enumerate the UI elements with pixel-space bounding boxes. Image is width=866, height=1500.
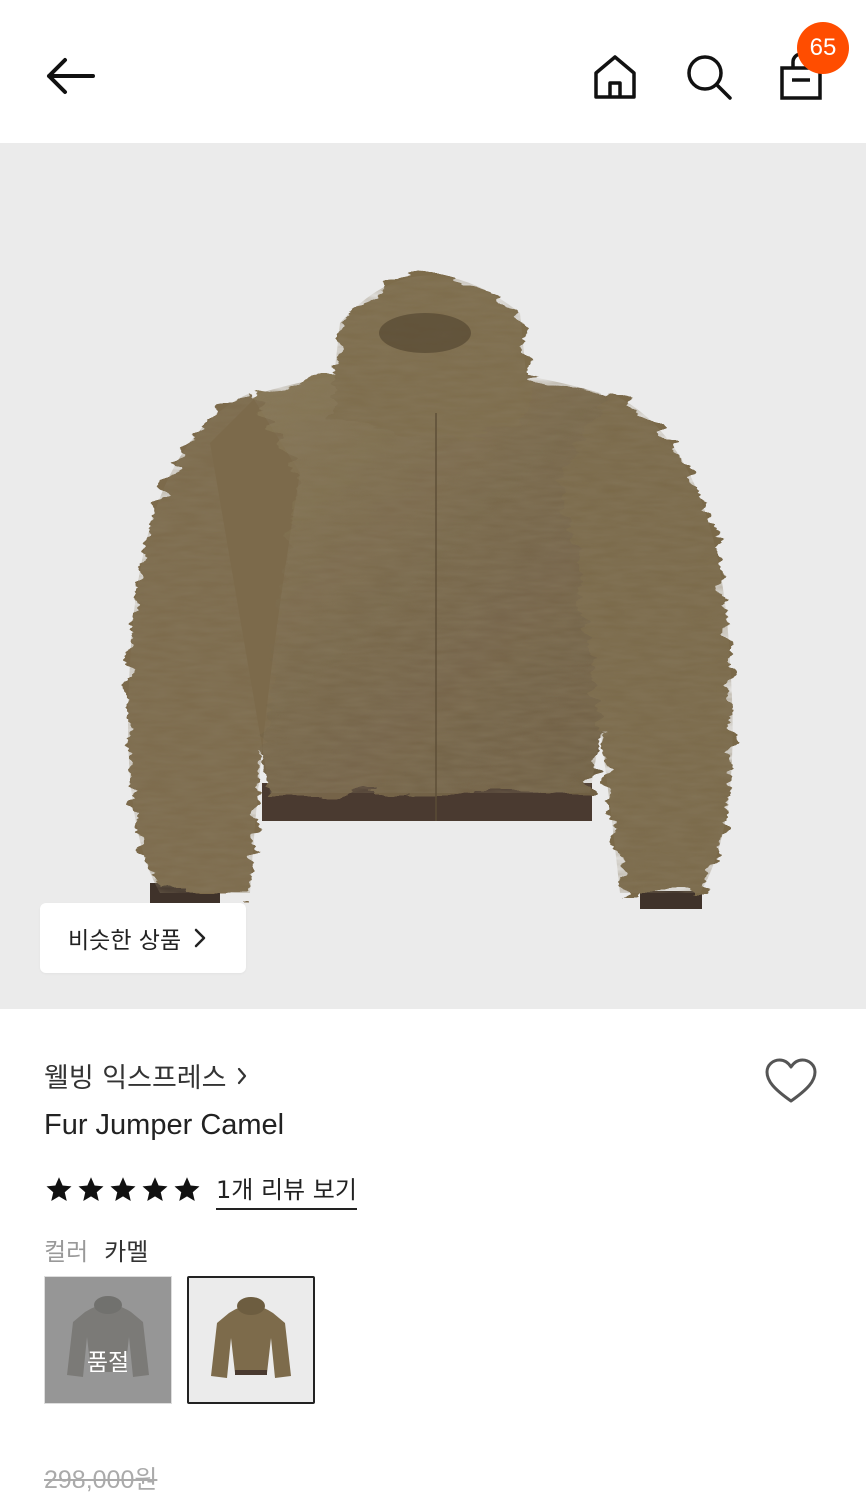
arrow-left-icon	[47, 58, 95, 94]
color-swatch-camel[interactable]	[187, 1276, 315, 1404]
search-icon	[687, 55, 732, 100]
selected-color-value: 카멜	[104, 1238, 149, 1266]
star-icon	[46, 1177, 72, 1201]
top-nav-bar: 65	[0, 0, 866, 143]
star-icon	[110, 1177, 136, 1201]
color-option-row: 컬러 카멜	[44, 1232, 148, 1267]
back-button[interactable]	[38, 48, 102, 104]
star-icon	[174, 1177, 200, 1201]
star-icon	[78, 1177, 104, 1201]
similar-products-label: 비슷한 상품	[68, 928, 182, 954]
chevron-right-icon	[236, 1066, 248, 1086]
heart-icon	[765, 1058, 817, 1103]
color-label: 컬러	[44, 1238, 89, 1266]
view-reviews-link[interactable]: 1개 리뷰 보기	[216, 1170, 357, 1210]
similar-products-button[interactable]: 비슷한 상품	[40, 903, 246, 973]
wishlist-button[interactable]	[760, 1050, 822, 1112]
home-button[interactable]	[584, 46, 646, 108]
soldout-label: 품절	[86, 1350, 130, 1376]
rating-row: 1개 리뷰 보기	[44, 1170, 357, 1210]
search-button[interactable]	[678, 46, 740, 108]
product-image-area[interactable]	[0, 143, 866, 1009]
product-title: Fur Jumper Camel	[44, 1109, 285, 1141]
cart-count-badge: 65	[797, 22, 849, 74]
chevron-right-icon	[193, 927, 207, 949]
camel-fur-jumper-thumbnail	[189, 1278, 313, 1402]
brand-name: 웰빙 익스프레스	[44, 1063, 227, 1094]
color-swatch-grey[interactable]: 품절	[44, 1276, 172, 1404]
star-rating	[44, 1175, 202, 1205]
home-icon	[594, 55, 636, 99]
fur-jumper-image	[128, 275, 733, 909]
brand-link[interactable]: 웰빙 익스프레스	[44, 1056, 248, 1095]
star-icon	[142, 1177, 168, 1201]
original-price: 298,000원	[44, 1466, 158, 1494]
